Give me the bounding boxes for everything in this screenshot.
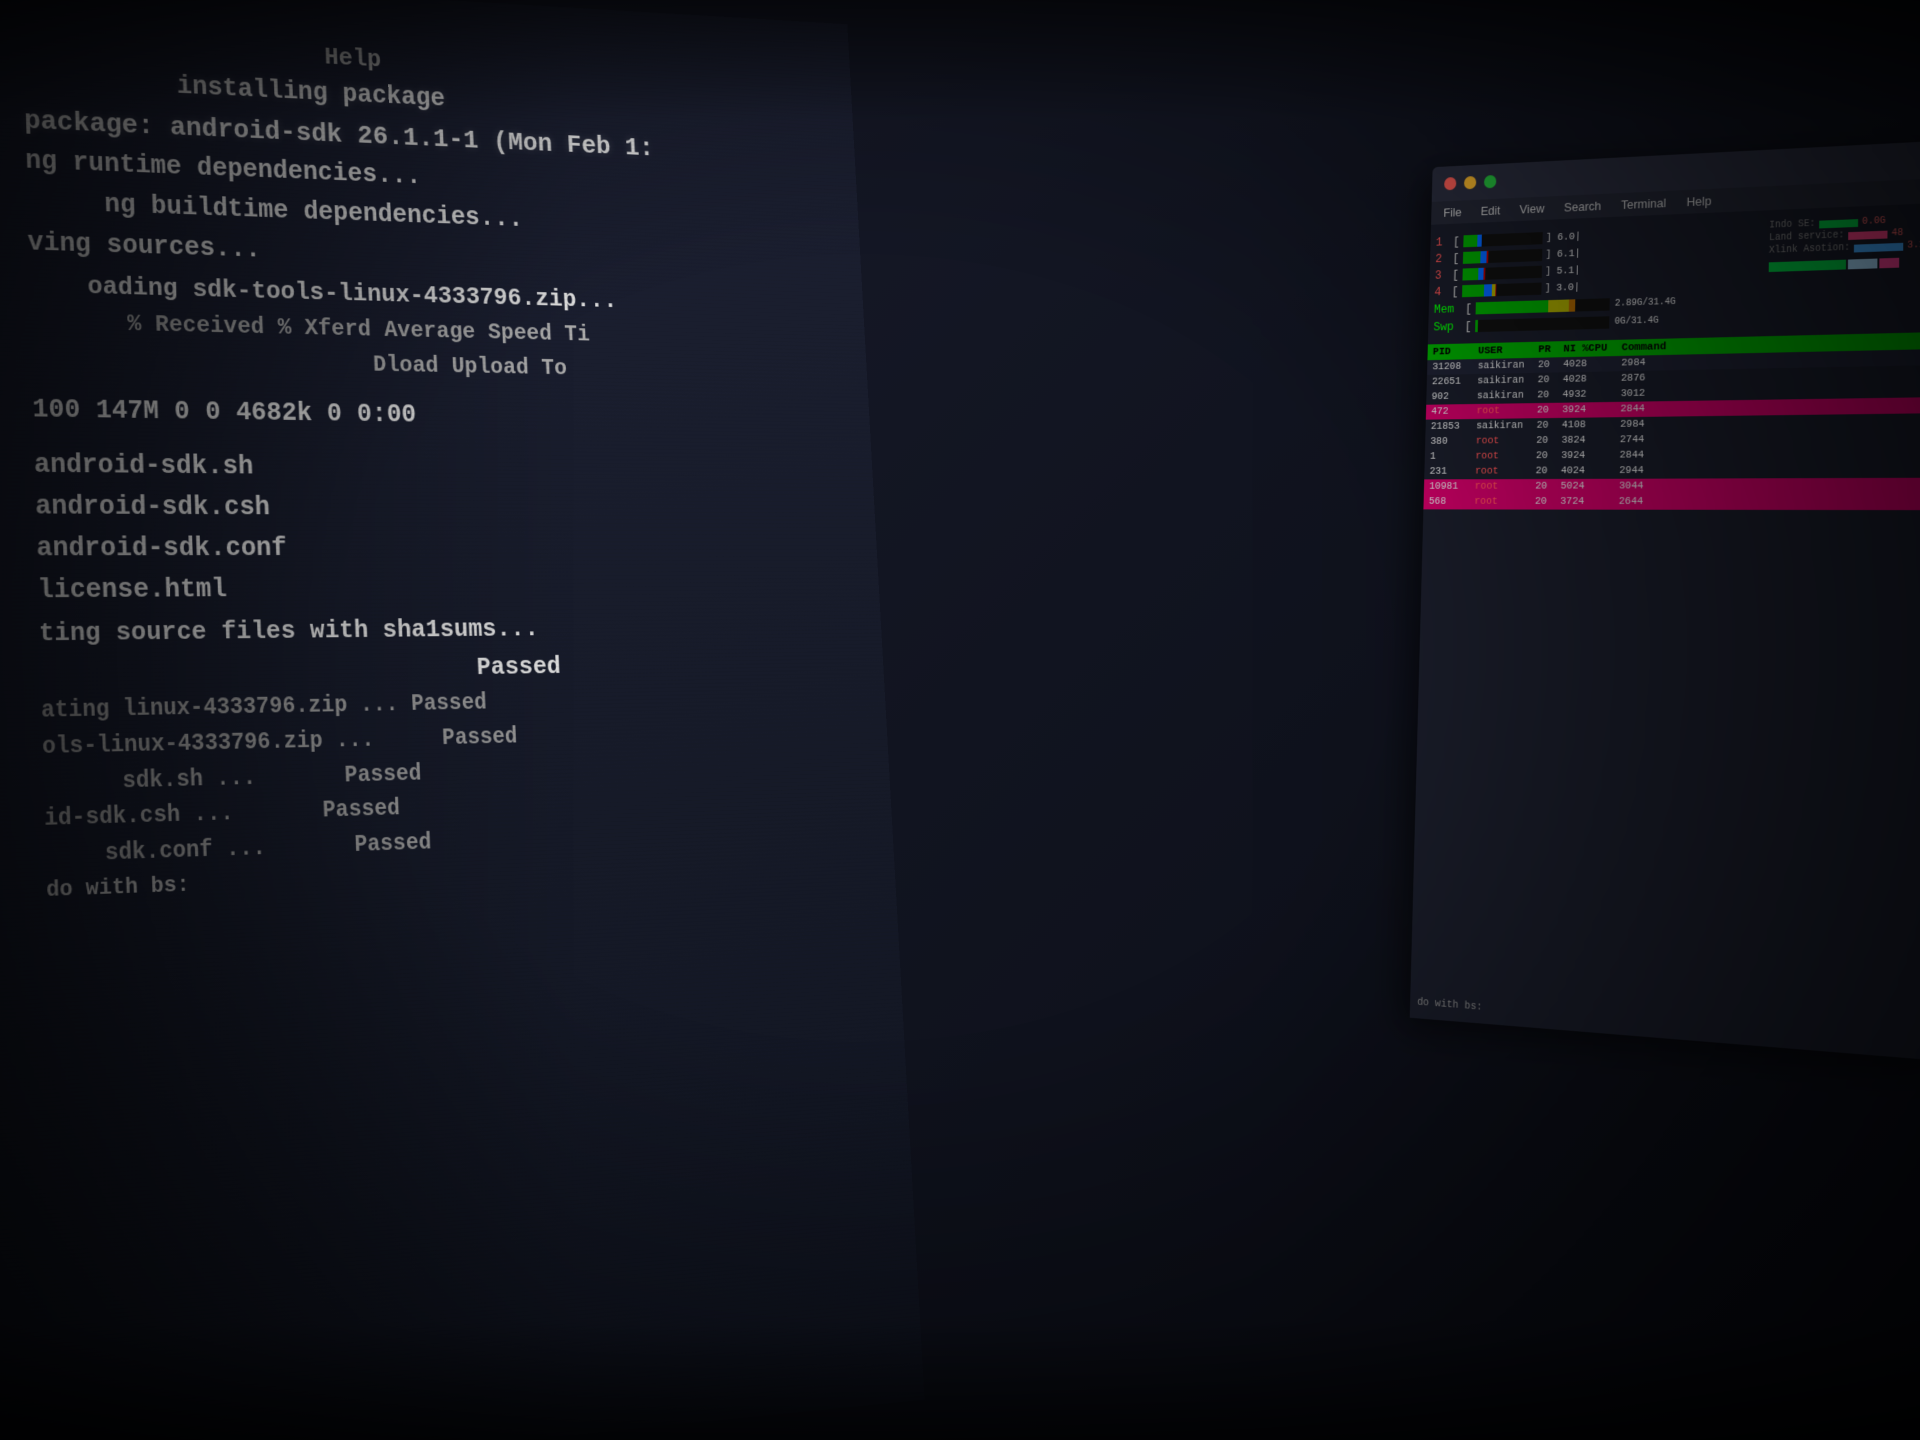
menu-help[interactable]: Help [1686, 194, 1711, 209]
terminal-line-11: android-sdk.csh [35, 488, 826, 531]
menu-search[interactable]: Search [1564, 199, 1601, 215]
process-row-10: 568 root 20 3724 2644 [1423, 494, 1920, 510]
terminal-line-10: android-sdk.sh [34, 446, 824, 492]
menu-edit[interactable]: Edit [1481, 203, 1501, 218]
terminal-right: File Edit View Search Terminal Help 1 [ … [1410, 140, 1920, 1061]
maximize-dot [1484, 175, 1497, 188]
htop-footer: do with bs: [1417, 997, 1482, 1014]
terminal-line-12: android-sdk.conf [36, 529, 828, 571]
minimize-dot [1464, 176, 1476, 189]
close-dot [1444, 177, 1456, 190]
terminal-left: Help installing package package: android… [0, 0, 924, 1440]
menu-terminal[interactable]: Terminal [1621, 196, 1666, 212]
menu-view[interactable]: View [1519, 201, 1544, 216]
process-row-9: 10981 root 20 5024 3044 [1424, 478, 1920, 495]
menu-file[interactable]: File [1443, 205, 1461, 220]
terminal-line-13: license.html [37, 569, 830, 613]
process-row-8: 231 root 20 4024 2944 [1424, 461, 1920, 479]
